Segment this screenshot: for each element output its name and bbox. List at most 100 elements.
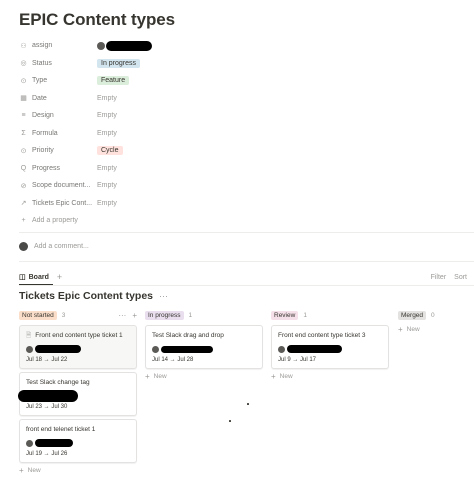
card-assignee (152, 344, 256, 354)
property-row-assign[interactable]: ⚇ assign (19, 37, 459, 55)
property-row-priority[interactable]: ⊙ Priority Cycle (19, 142, 459, 160)
card-assignee (26, 438, 130, 448)
redacted-name (35, 439, 73, 447)
property-row-type[interactable]: ⊙ Type Feature (19, 72, 459, 90)
more-icon[interactable]: ··· (159, 291, 168, 301)
text-icon: ≡ (21, 112, 26, 120)
type-tag[interactable]: Feature (97, 76, 130, 86)
divider (19, 285, 474, 286)
property-row-scope-document[interactable]: ⊘ Scope document... Empty (19, 177, 459, 195)
card-title: Front end content type ticket 3 (278, 332, 366, 339)
assignee-value[interactable] (97, 40, 152, 51)
progress-value[interactable]: Empty (97, 165, 117, 172)
property-name: Formula (32, 129, 58, 137)
avatar (278, 345, 285, 353)
status-icon: ◎ (20, 60, 27, 68)
card-date: Jul 9 → Jul 17 (278, 357, 317, 363)
property-row-formula[interactable]: Σ Formula Empty (19, 125, 459, 143)
new-card-button[interactable]: + New (145, 372, 263, 381)
board-card[interactable]: 🗎 Front end content type ticket 1 Jul 18… (19, 325, 137, 369)
divider (19, 232, 474, 233)
board-title: Tickets Epic Content types ··· (19, 290, 168, 302)
board-card[interactable]: Test Slack drag and drop Jul 14 → Jul 28 (145, 325, 263, 369)
board-column-in-progress: In progress 1 Test Slack drag and drop J… (145, 310, 263, 381)
property-name: Tickets Epic Cont... (32, 199, 93, 207)
new-card-button[interactable]: + New (398, 325, 468, 334)
page-title: EPIC Content types (19, 10, 175, 29)
status-tag[interactable]: In progress (97, 58, 141, 68)
plus-icon: + (21, 217, 26, 225)
column-status-tag[interactable]: Not started (19, 311, 57, 320)
formula-icon: Σ (21, 129, 26, 137)
design-value[interactable]: Empty (97, 112, 117, 119)
property-row-tickets-relation[interactable]: ↗ Tickets Epic Cont... Empty (19, 195, 459, 213)
document-icon: 🗎 (26, 332, 32, 339)
column-count: 1 (188, 312, 193, 319)
board-column-review: Review 1 Front end content type ticket 3… (271, 310, 389, 381)
redacted-name (287, 345, 342, 353)
card-assignee (18, 390, 130, 402)
column-count: 1 (303, 312, 307, 319)
property-row-date[interactable]: ▦ Date Empty (19, 90, 459, 108)
property-row-design[interactable]: ≡ Design Empty (19, 107, 459, 125)
avatar (97, 41, 105, 50)
property-name: Date (32, 94, 47, 102)
add-property-button[interactable]: + Add a property (19, 212, 459, 230)
property-name: Status (32, 59, 52, 67)
scope-document-value[interactable]: Empty (97, 182, 117, 189)
tab-label: Board (28, 273, 49, 281)
more-icon[interactable]: ··· (118, 311, 126, 320)
board-card[interactable]: Test Slack change tag Jul 23 → Jul 30 (18, 372, 137, 416)
date-value[interactable]: Empty (97, 95, 117, 102)
board-card[interactable]: front end telenet ticket 1 Jul 19 → Jul … (19, 419, 137, 463)
avatar (19, 242, 28, 251)
board-card[interactable]: Front end content type ticket 3 Jul 9 → … (271, 325, 389, 369)
column-header: In progress 1 (145, 310, 263, 321)
property-row-status[interactable]: ◎ Status In progress (19, 55, 459, 73)
people-icon: ⚇ (20, 42, 27, 50)
column-header: Merged 0 (398, 310, 468, 321)
stray-dot (229, 420, 231, 422)
new-label: New (406, 326, 420, 333)
property-name: Scope document... (32, 182, 91, 190)
board-title-text[interactable]: Tickets Epic Content types (19, 290, 153, 302)
redacted-name (35, 345, 81, 353)
plus-icon: + (145, 372, 150, 381)
formula-value[interactable]: Empty (97, 130, 117, 137)
select-icon: ⊙ (20, 77, 27, 85)
comment-placeholder: Add a comment... (34, 243, 89, 250)
card-date: Jul 14 → Jul 28 (152, 357, 194, 363)
card-date: Jul 18 → Jul 22 (26, 357, 68, 363)
board-column-merged: Merged 0 + New (398, 310, 468, 334)
stray-dot (247, 403, 249, 405)
column-status-tag[interactable]: Review (271, 311, 299, 320)
new-card-button[interactable]: + New (271, 372, 389, 381)
card-assignee (278, 344, 382, 354)
rollup-icon: Q (20, 164, 27, 172)
board-column-not-started: Not started 3 ··· + 🗎 Front end content … (18, 310, 137, 475)
property-name: Type (32, 77, 48, 85)
plus-icon[interactable]: + (132, 311, 137, 320)
tickets-relation-value[interactable]: Empty (97, 200, 117, 207)
tab-board[interactable]: ◫ Board (19, 273, 49, 282)
add-view-icon[interactable]: + (57, 272, 62, 282)
plus-icon: + (19, 466, 24, 475)
card-assignee (26, 344, 130, 354)
column-status-tag[interactable]: Merged (398, 311, 427, 320)
view-toolbar: ◫ Board + Filter Sort (19, 271, 467, 283)
priority-tag[interactable]: Cycle (97, 146, 123, 156)
column-status-tag[interactable]: In progress (145, 311, 184, 320)
new-label: New (27, 467, 41, 474)
new-card-button[interactable]: + New (19, 466, 137, 475)
card-date: Jul 23 → Jul 30 (26, 404, 68, 410)
sort-button[interactable]: Sort (454, 274, 467, 281)
relation-icon: ↗ (20, 200, 27, 208)
filter-button[interactable]: Filter (431, 274, 447, 281)
avatar (152, 345, 159, 353)
calendar-icon: ▦ (20, 95, 27, 103)
redacted-name (161, 345, 213, 353)
property-row-progress[interactable]: Q Progress Empty (19, 160, 459, 178)
new-label: New (279, 373, 293, 380)
board-icon: ◫ (19, 274, 26, 281)
comment-input[interactable]: Add a comment... (19, 242, 89, 251)
